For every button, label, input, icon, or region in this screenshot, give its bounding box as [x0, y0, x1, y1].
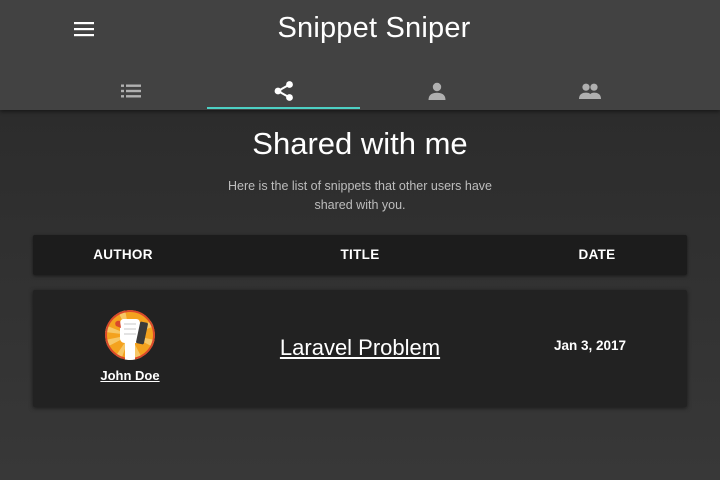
page-title: Shared with me	[252, 126, 468, 161]
tab-users[interactable]	[513, 72, 666, 110]
raised-fist-avatar	[105, 310, 155, 360]
app-root: Snippet Sniper Shared with me Here is th…	[0, 0, 720, 480]
tab-snippets[interactable]	[54, 72, 207, 110]
tab-profile[interactable]	[360, 72, 513, 110]
column-header-title: TITLE	[340, 247, 380, 262]
page-subtitle: Here is the list of snippets that other …	[227, 179, 493, 212]
main-content: Shared with me Here is the list of snipp…	[0, 110, 720, 480]
app-bar: Snippet Sniper	[0, 0, 720, 110]
column-header-author: AUTHOR	[93, 247, 153, 262]
column-header-date: DATE	[578, 247, 616, 262]
table-row[interactable]: John Doe Laravel Problem Jan 3, 2017	[33, 290, 687, 407]
active-tab-indicator	[207, 107, 360, 109]
author-avatar[interactable]	[105, 310, 155, 360]
list-icon	[120, 84, 141, 98]
table-header: AUTHOR TITLE DATE	[33, 235, 687, 275]
app-title: Snippet Sniper	[277, 12, 471, 44]
tab-shared[interactable]	[207, 72, 360, 110]
share-icon	[274, 81, 293, 101]
person-icon	[428, 82, 445, 100]
tab-bar	[54, 72, 666, 110]
snippet-date: Jan 3, 2017	[553, 338, 627, 353]
author-name-link[interactable]: John Doe	[33, 368, 227, 383]
people-icon	[578, 83, 601, 99]
snippet-title-link[interactable]: Laravel Problem	[227, 335, 493, 361]
